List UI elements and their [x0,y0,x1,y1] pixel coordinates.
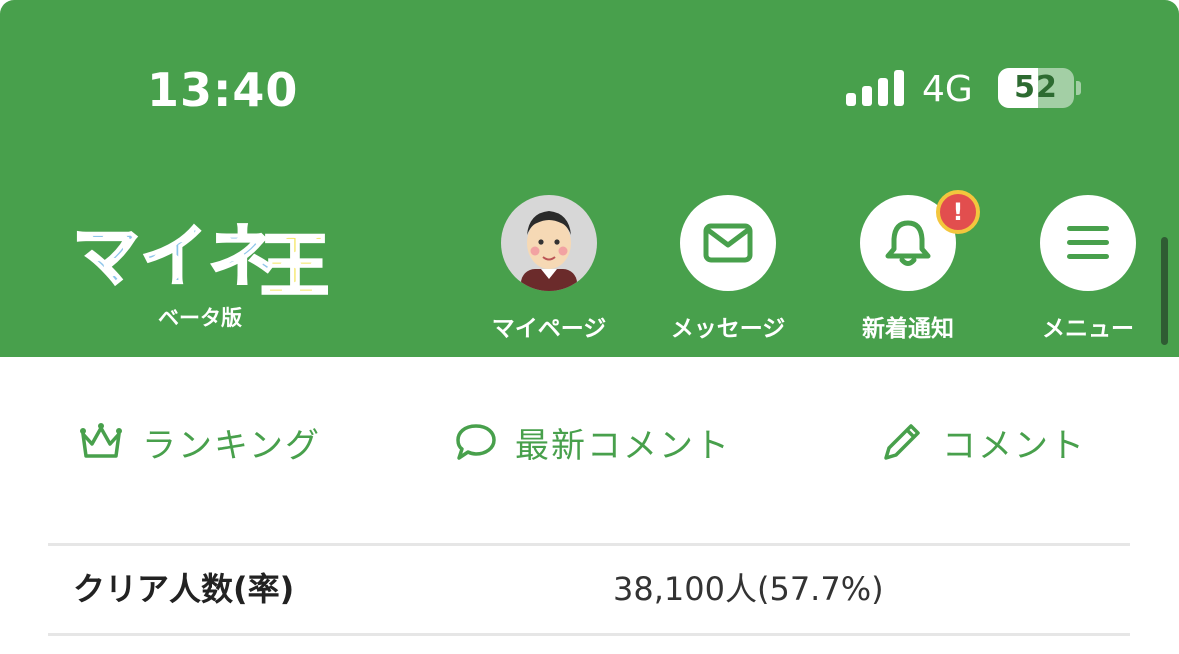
avatar-illustration [521,211,577,291]
hamburger-menu-icon [1067,226,1109,259]
tab-latest-comments-label: 最新コメント [515,425,731,466]
envelope-icon [703,223,753,263]
divider [48,633,1130,636]
nav-menu[interactable]: メニュー [998,195,1178,345]
nav-mypage-label: マイページ [491,316,607,342]
status-time: 13:40 [147,63,299,117]
logo-kanji: 王 [260,225,328,298]
tab-comment[interactable]: コメント [880,412,1086,472]
clear-count-value: 38,100人(57.7%) [613,570,884,608]
tab-ranking-label: ランキング [142,425,321,466]
app-header: 13:40 4G 52 マイネ 王 ベータ版 マイページ メッセージ ! 新着通… [0,0,1179,357]
network-type: 4G [922,69,973,110]
messages-button-circle [680,195,776,291]
content-tabs: ランキング 最新コメント コメント [0,400,1179,484]
tab-ranking[interactable]: ランキング [78,412,321,472]
tab-latest-comments[interactable]: 最新コメント [455,412,731,472]
bell-icon [885,220,931,266]
pencil-icon [884,424,920,460]
stats-table: クリア人数(率) 38,100人(57.7%) [48,543,1130,636]
nav-notifications[interactable]: ! 新着通知 [818,190,998,345]
logo-artwork: マイネ 王 [71,217,331,308]
menu-button-circle [1040,195,1136,291]
notification-badge: ! [936,190,980,234]
avatar [501,195,597,291]
nav-messages[interactable]: メッセージ [638,195,818,345]
logo-subtitle: ベータ版 [158,306,242,330]
signal-strength-icon [846,70,904,106]
nav-mypage[interactable]: マイページ [459,195,639,345]
logo-katakana: マイネ [72,218,276,297]
clear-count-label: クリア人数(率) [73,570,295,608]
table-row: クリア人数(率) 38,100人(57.7%) [48,546,1130,633]
crown-icon [80,423,122,458]
nav-menu-label: メニュー [1042,316,1134,342]
speech-bubble-icon [456,424,496,460]
nav-messages-label: メッセージ [670,316,786,342]
battery-icon: 52 [998,68,1074,108]
tab-comment-label: コメント [942,425,1086,466]
site-logo[interactable]: マイネ 王 [71,206,331,308]
scrollbar[interactable] [1161,237,1168,345]
nav-notifications-label: 新着通知 [862,316,954,342]
battery-tip [1076,81,1081,95]
battery-level: 52 [1014,70,1058,105]
